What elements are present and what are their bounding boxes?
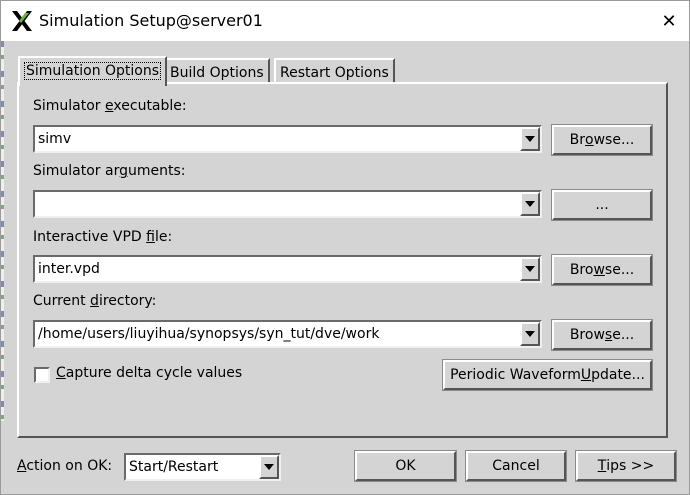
browse-directory-button[interactable]: Brow s e... — [551, 319, 653, 351]
background-window-strip — [1, 41, 4, 421]
simulator-executable-value: simv — [38, 131, 72, 147]
tab-restart-options[interactable]: Restart Options — [274, 58, 395, 85]
capture-delta-label[interactable]: Capture delta cycle values — [56, 365, 242, 381]
current-directory-label: Current directory: — [33, 293, 157, 309]
simulator-executable-label: Simulator executable: — [33, 98, 187, 114]
arguments-more-button[interactable]: ... — [551, 189, 653, 221]
action-on-ok-label: Action on OK: — [17, 458, 113, 474]
tab-build-options-label: Build Options — [170, 65, 264, 81]
close-icon[interactable]: ✕ — [649, 5, 689, 37]
tab-simulation-options-label: Simulation Options — [24, 62, 162, 80]
tab-build-options[interactable]: Build Options — [164, 58, 270, 85]
action-on-ok-value: Start/Restart — [129, 459, 219, 475]
browse-vpd-button[interactable]: Bro w se... — [551, 254, 653, 286]
chevron-down-icon[interactable] — [520, 127, 540, 151]
chevron-down-icon[interactable] — [520, 322, 540, 346]
x-logo-icon — [12, 11, 32, 31]
cancel-button[interactable]: Cancel — [465, 450, 567, 482]
ok-button[interactable]: OK — [354, 450, 457, 482]
window-title: Simulation Setup@server01 — [39, 11, 263, 30]
capture-delta-checkbox[interactable] — [34, 367, 50, 383]
action-on-ok-combo[interactable]: Start/Restart — [124, 453, 281, 481]
vpd-file-label: Interactive VPD file: — [33, 229, 173, 245]
current-directory-combo[interactable]: /home/users/liuyihua/synopsys/syn_tut/dv… — [33, 320, 542, 348]
simulator-arguments-label: Simulator arguments: — [33, 163, 186, 179]
vpd-file-combo[interactable]: inter.vpd — [33, 255, 542, 283]
vpd-file-value: inter.vpd — [38, 261, 100, 277]
periodic-waveform-update-button[interactable]: Periodic Waveform Update... — [442, 359, 653, 391]
tab-simulation-options[interactable]: Simulation Options — [18, 56, 168, 86]
chevron-down-icon[interactable] — [259, 455, 279, 479]
tab-restart-options-label: Restart Options — [280, 65, 389, 81]
simulator-executable-combo[interactable]: simv — [33, 125, 542, 153]
tips-button[interactable]: Tips >> — [575, 450, 677, 482]
browse-executable-button[interactable]: Br o wse... — [551, 124, 653, 156]
title-bar: Simulation Setup@server01 ✕ — [1, 1, 689, 41]
current-directory-value: /home/users/liuyihua/synopsys/syn_tut/dv… — [38, 326, 380, 342]
chevron-down-icon[interactable] — [520, 192, 540, 216]
chevron-down-icon[interactable] — [520, 257, 540, 281]
simulation-setup-dialog: Simulation Setup@server01 ✕ Simulation O… — [0, 0, 690, 495]
simulator-arguments-combo[interactable] — [33, 190, 542, 218]
